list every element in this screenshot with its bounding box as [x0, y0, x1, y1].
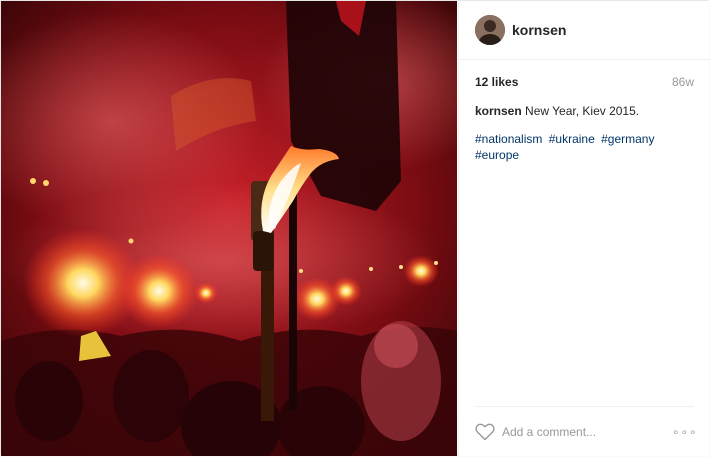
header-username-link[interactable]: kornsen: [512, 22, 566, 38]
torch-march-photo: [1, 1, 457, 456]
post-caption: kornsen New Year, Kiev 2015.: [475, 103, 694, 119]
hashtag-link[interactable]: #europe: [475, 148, 519, 162]
post-photo[interactable]: [1, 1, 457, 456]
post-age-timestamp[interactable]: 86w: [672, 75, 694, 89]
likes-count[interactable]: 12 likes: [475, 75, 518, 89]
heart-icon[interactable]: [475, 423, 495, 441]
comment-bar: ∘∘∘: [475, 406, 697, 456]
hashtag-link[interactable]: #ukraine: [549, 132, 595, 146]
caption-text: New Year, Kiev 2015.: [521, 104, 640, 118]
post-sidebar: kornsen 12 likes 86w kornsen New Year, K…: [458, 1, 710, 456]
post-header: kornsen: [459, 1, 710, 60]
comment-input[interactable]: [502, 423, 652, 441]
post-modal: kornsen 12 likes 86w kornsen New Year, K…: [0, 0, 710, 456]
post-stats: 12 likes 86w: [475, 75, 694, 91]
hashtag-link[interactable]: #nationalism: [475, 132, 542, 146]
avatar-image: [475, 15, 505, 45]
profile-avatar[interactable]: [475, 15, 505, 45]
caption-username-link[interactable]: kornsen: [475, 104, 522, 118]
hashtag-list: #nationalism #ukraine #germany #europe: [475, 131, 694, 163]
hashtag-link[interactable]: #germany: [601, 132, 654, 146]
more-options-icon[interactable]: ∘∘∘: [672, 423, 697, 441]
